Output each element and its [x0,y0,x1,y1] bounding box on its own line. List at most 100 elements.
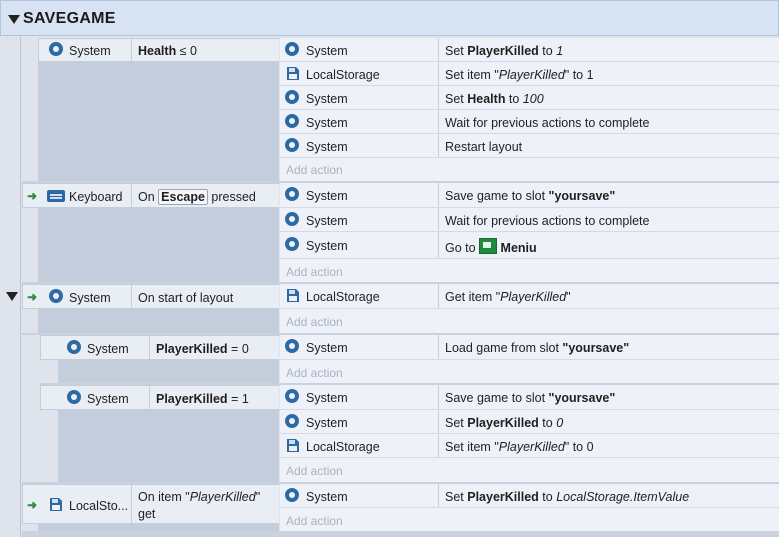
action-object: System [306,116,348,130]
group-title: SAVEGAME [23,10,116,27]
trigger-arrow-icon: ➜ [27,290,38,304]
gear-icon [49,289,63,303]
action-text: Save game to slot "yoursave" [445,391,616,405]
condition-text: On item "PlayerKilled" [138,490,261,504]
gear-icon [285,339,299,353]
action-text: Load game from slot "yoursave" [445,341,630,355]
gear-icon [285,42,299,56]
condition-text: On Escape pressed [138,189,256,205]
condition-object: LocalSto... [69,499,129,513]
action-row[interactable]: System Save game to slot "yoursave" [280,385,779,410]
action-text: Go to Meniu [445,238,537,256]
event-5-condition[interactable]: System PlayerKilled = 1 [40,385,279,410]
action-object: LocalStorage [306,68,380,82]
gear-icon [285,138,299,152]
add-action-link[interactable]: Add action [286,314,343,330]
gear-icon [285,389,299,403]
action-text: Set PlayerKilled to 0 [445,416,564,430]
condition-object: System [69,291,111,305]
action-row[interactable]: System Load game from slot "yoursave" [280,335,779,360]
gear-icon [285,90,299,104]
event-1-actions[interactable]: System Set PlayerKilled to 1 LocalStorag… [280,38,779,181]
condition-text: On start of layout [138,291,234,305]
action-row[interactable]: System Restart layout [280,134,779,158]
event-3-actions[interactable]: LocalStorage Get item "PlayerKilled" Add… [280,284,779,333]
action-row[interactable]: System Set PlayerKilled to LocalStorage.… [280,484,779,508]
local-storage-icon [287,289,299,302]
local-storage-icon [50,498,62,511]
add-action-link[interactable]: Add action [286,513,343,529]
gear-icon [67,340,81,354]
condition-object: System [87,342,129,356]
add-action-link[interactable]: Add action [286,463,343,479]
gear-icon [285,237,299,251]
layout-icon [479,238,498,254]
trigger-arrow-icon: ➜ [27,189,38,203]
event-2-condition[interactable]: ➜ Keyboard On Escape pressed [22,183,279,208]
action-object: LocalStorage [306,290,380,304]
collapse-triangle-icon[interactable] [8,15,20,24]
action-text: Set PlayerKilled to 1 [445,44,564,58]
condition-object: System [87,392,129,406]
condition-object: Keyboard [69,190,123,204]
add-action-link[interactable]: Add action [286,162,343,178]
event-6-condition[interactable]: ➜ LocalSto... On item "PlayerKilled" get [22,484,279,524]
action-object: System [306,391,348,405]
condition-object: System [69,44,111,58]
condition-text: PlayerKilled = 0 [156,342,249,356]
gear-icon [285,414,299,428]
action-object: System [306,341,348,355]
action-object: System [306,189,348,203]
action-text: Restart layout [445,140,523,154]
action-row[interactable]: System Go to Meniu [280,232,779,259]
local-storage-icon [287,439,299,452]
add-action-link[interactable]: Add action [286,264,343,280]
add-action-link[interactable]: Add action [286,365,343,381]
gear-icon [67,390,81,404]
action-object: System [306,92,348,106]
action-text: Get item "PlayerKilled" [445,290,571,304]
action-object: System [306,490,348,504]
event-5-actions[interactable]: System Save game to slot "yoursave" Syst… [280,385,779,482]
action-row[interactable]: System Wait for previous actions to comp… [280,208,779,232]
action-object: System [306,416,348,430]
action-object: System [306,239,348,253]
action-row[interactable]: System Set PlayerKilled to 1 [280,38,779,62]
action-text: Save game to slot "yoursave" [445,189,616,203]
action-text: Set item "PlayerKilled" to 0 [445,440,594,454]
gear-icon [49,42,63,56]
action-row[interactable]: System Wait for previous actions to comp… [280,110,779,134]
event-4-condition[interactable]: System PlayerKilled = 0 [40,335,279,360]
action-text: Wait for previous actions to complete [445,214,650,228]
action-text: Set Health to 100 [445,92,544,106]
event-3-condition[interactable]: ➜ System On start of layout [22,284,279,309]
event-2-actions[interactable]: System Save game to slot "yoursave" Syst… [280,183,779,282]
gear-icon [285,212,299,226]
gear-icon [285,114,299,128]
keyboard-icon [47,190,65,202]
action-row[interactable]: System Set PlayerKilled to 0 [280,410,779,434]
event-1-condition[interactable]: System Health ≤ 0 [38,38,279,62]
action-text: Wait for previous actions to complete [445,116,650,130]
action-object: System [306,44,348,58]
action-row[interactable]: LocalStorage Set item "PlayerKilled" to … [280,62,779,86]
trigger-arrow-icon: ➜ [27,498,38,512]
action-object: System [306,140,348,154]
action-text: Set PlayerKilled to LocalStorage.ItemVal… [445,490,690,504]
gear-icon [285,488,299,502]
event-6-actions[interactable]: System Set PlayerKilled to LocalStorage.… [280,484,779,531]
event-4-actions[interactable]: System Load game from slot "yoursave" Ad… [280,335,779,383]
action-row[interactable]: LocalStorage Get item "PlayerKilled" [280,284,779,309]
gear-icon [285,187,299,201]
group-header[interactable]: SAVEGAME [0,0,779,36]
condition-text: PlayerKilled = 1 [156,392,249,406]
condition-text-line2: get [138,507,156,521]
collapse-triangle-icon[interactable] [6,292,18,301]
local-storage-icon [287,67,299,80]
condition-text: Health ≤ 0 [138,44,197,58]
action-object: LocalStorage [306,440,380,454]
action-row[interactable]: System Set Health to 100 [280,86,779,110]
action-row[interactable]: System Save game to slot "yoursave" [280,183,779,208]
action-row[interactable]: LocalStorage Set item "PlayerKilled" to … [280,434,779,458]
action-object: System [306,214,348,228]
